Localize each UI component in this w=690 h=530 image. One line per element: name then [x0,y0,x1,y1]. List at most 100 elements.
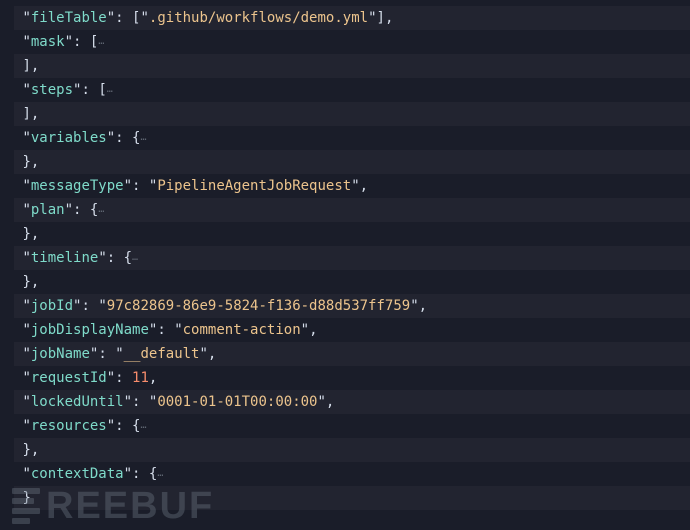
lbracket: [ [90,31,98,54]
comma: , [31,151,39,174]
rbracket: ] [377,7,385,30]
comma: , [31,55,39,78]
colon: : [132,391,149,414]
code-line: "plan": {… [14,198,690,222]
colon: : [81,79,98,102]
lbracket: [ [132,7,140,30]
comma: , [326,391,334,414]
json-key-jobDisplayName: jobDisplayName [31,319,149,342]
code-line: "fileTable": [".github/workflows/demo.ym… [14,6,690,30]
fold-ellipsis-icon: … [140,414,146,437]
colon: : [73,199,90,222]
indent [14,343,22,366]
indent [14,439,22,462]
comma: , [31,103,39,126]
json-key-jobName: jobName [31,343,90,366]
code-line: ], [14,102,690,126]
comma: , [360,175,368,198]
indent [14,271,22,294]
quote: " [351,175,359,198]
json-key-mask: mask [31,31,65,54]
comma: , [208,343,216,366]
indent [14,175,22,198]
quote: " [22,199,30,222]
fold-ellipsis-icon: … [98,30,104,53]
colon: : [81,295,98,318]
code-line: }, [14,270,690,294]
json-key-plan: plan [31,199,65,222]
quote: " [22,127,30,150]
json-key-messageType: messageType [31,175,124,198]
json-key-requestId: requestId [31,367,107,390]
indent [14,463,22,486]
quote: " [174,319,182,342]
code-block: "fileTable": [".github/workflows/demo.ym… [0,0,690,510]
quote: " [22,463,30,486]
quote: " [22,7,30,30]
quote: " [140,7,148,30]
fold-ellipsis-icon: … [132,246,138,269]
comma: , [31,271,39,294]
quote: " [107,415,115,438]
quote: " [149,319,157,342]
code-line: "timeline": {… [14,246,690,270]
json-key-contextData: contextData [31,463,124,486]
colon: : [115,415,132,438]
comma: , [31,439,39,462]
code-line: } [14,486,690,510]
quote: " [149,391,157,414]
code-line: "jobId": "97c82869-86e9-5824-f136-d88d53… [14,294,690,318]
indent [14,295,22,318]
code-line: "resources": {… [14,414,690,438]
code-line: "jobDisplayName": "comment-action", [14,318,690,342]
json-number-requestId: 11 [132,367,149,390]
quote: " [124,463,132,486]
json-string-messageType: PipelineAgentJobRequest [157,175,351,198]
indent [14,487,22,510]
quote: " [22,343,30,366]
colon: : [132,463,149,486]
quote: " [199,343,207,366]
colon: : [98,343,115,366]
code-line: }, [14,150,690,174]
quote: " [368,7,376,30]
fold-ellipsis-icon: … [98,198,104,221]
quote: " [115,343,123,366]
indent [14,127,22,150]
rbrace: } [22,151,30,174]
quote: " [317,391,325,414]
quote: " [22,319,30,342]
comma: , [419,295,427,318]
lbracket: [ [98,79,106,102]
lbrace: { [90,199,98,222]
rbrace: } [22,487,30,510]
json-key-jobId: jobId [31,295,73,318]
quote: " [149,175,157,198]
code-line: "lockedUntil": "0001-01-01T00:00:00", [14,390,690,414]
code-line: "variables": {… [14,126,690,150]
json-string-jobName: __default [124,343,200,366]
indent [14,151,22,174]
json-key-variables: variables [31,127,107,150]
code-line: }, [14,222,690,246]
quote: " [124,391,132,414]
lbrace: { [124,247,132,270]
indent [14,247,22,270]
quote: " [22,367,30,390]
quote: " [22,391,30,414]
code-line: "messageType": "PipelineAgentJobRequest"… [14,174,690,198]
quote: " [107,127,115,150]
quote: " [124,175,132,198]
indent [14,79,22,102]
quote: " [98,247,106,270]
rbrace: } [22,439,30,462]
quote: " [22,415,30,438]
colon: : [115,367,132,390]
comma: , [309,319,317,342]
colon: : [115,7,132,30]
quote: " [65,199,73,222]
json-key-lockedUntil: lockedUntil [31,391,124,414]
quote: " [22,31,30,54]
indent [14,103,22,126]
rbracket: ] [22,55,30,78]
